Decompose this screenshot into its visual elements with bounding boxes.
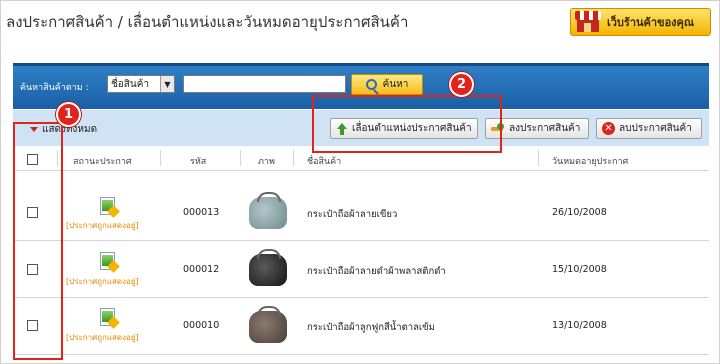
product-code: 000013: [183, 207, 220, 218]
product-name[interactable]: กระเป๋าถือผ้าลายเขียว: [307, 207, 397, 222]
listing-active-icon: [98, 252, 120, 273]
callout-box-checkboxes: [13, 122, 63, 360]
expiry-date: 26/10/2008: [552, 207, 607, 218]
search-button-label: ค้นหา: [382, 79, 409, 90]
bag-green-image: [249, 192, 287, 229]
product-code: 000010: [183, 320, 220, 331]
search-field-value: ชื่อสินค้า: [111, 78, 150, 90]
expiry-date: 15/10/2008: [552, 264, 607, 275]
column-header-image: ภาพ: [258, 157, 275, 167]
column-header-code: รหัส: [190, 157, 207, 167]
callout-badge-2: 2: [449, 72, 474, 97]
column-header-name: ชื่อสินค้า: [307, 157, 342, 167]
listing-status[interactable]: [ประกาศถูกแสดงอยู่]: [66, 219, 139, 232]
listing-status[interactable]: [ประกาศถูกแสดงอยู่]: [66, 275, 139, 288]
delete-icon: ✕: [602, 122, 615, 135]
search-button[interactable]: ค้นหา: [351, 74, 423, 95]
bag-brown-image: [249, 306, 287, 343]
product-name[interactable]: กระเป๋าถือผ้าลายดำผ้าพลาสติกดำ: [307, 264, 446, 279]
column-divider: [293, 150, 294, 166]
listing-active-icon: [98, 308, 120, 329]
listing-status[interactable]: [ประกาศถูกแสดงอยู่]: [66, 331, 139, 344]
chevron-down-icon[interactable]: ▼: [160, 76, 174, 92]
delete-listing-button[interactable]: ✕ ลบประกาศสินค้า: [596, 118, 702, 139]
column-divider: [538, 150, 539, 166]
callout-badge-1: 1: [56, 102, 81, 127]
add-listing-label: ลงประกาศสินค้า: [509, 123, 581, 134]
product-name[interactable]: กระเป๋าถือผ้าลูกฟูกสีน้ำตาลเข้ม: [307, 320, 435, 335]
product-code: 000012: [183, 264, 220, 275]
search-field-select[interactable]: ชื่อสินค้า ▼: [107, 75, 175, 93]
column-header-status: สถานะประกาศ: [73, 157, 132, 167]
search-label: ค้นหาสินค้าตาม :: [20, 83, 89, 93]
listing-active-icon: [98, 197, 120, 218]
callout-box-promote: [312, 95, 502, 153]
search-icon: [365, 79, 377, 90]
page-title: ลงประกาศสินค้า / เลื่อนตำแหน่งและวันหมดอ…: [6, 13, 409, 31]
column-header-expiry: วันหมดอายุประกาศ: [552, 157, 629, 167]
column-divider: [240, 150, 241, 166]
shop-website-button[interactable]: เว็บร้านค้าของคุณ: [570, 8, 711, 36]
bag-black-image: [249, 249, 287, 286]
search-input[interactable]: [183, 75, 346, 93]
delete-listing-label: ลบประกาศสินค้า: [619, 123, 692, 134]
column-divider: [160, 150, 161, 166]
shop-website-label: เว็บร้านค้าของคุณ: [607, 16, 695, 29]
storefront-icon: [575, 11, 601, 33]
expiry-date: 13/10/2008: [552, 320, 607, 331]
